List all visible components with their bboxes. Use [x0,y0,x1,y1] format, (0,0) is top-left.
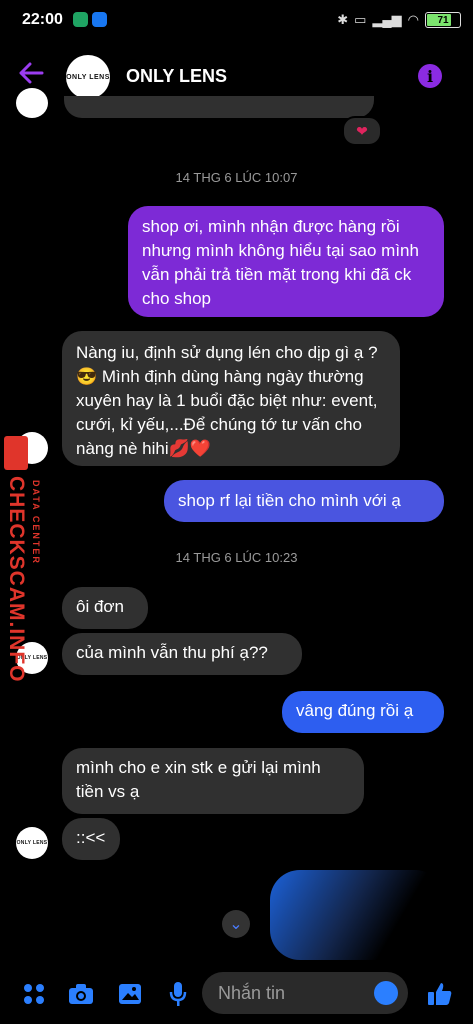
message-bubble-partial[interactable] [64,96,374,118]
camera-icon[interactable] [67,980,95,1008]
status-bar: 22:00 ✱ ▭ ▂▄▆ ◠ 71 [0,0,473,40]
scroll-down-icon[interactable]: ⌄ [222,910,250,938]
message-bubble-incoming[interactable]: ôi đơn [62,587,148,629]
gallery-icon[interactable] [116,980,144,1008]
lock-icon [4,436,28,470]
facebook-icon [92,12,107,27]
message-bubble-outgoing[interactable]: shop ơi, mình nhận được hàng rồi nhưng m… [128,206,444,317]
timestamp: 14 THG 6 LÚC 10:23 [175,550,298,565]
wifi-icon: ◠ [407,12,419,27]
composer-bar: Nhắn tin [0,960,473,1024]
message-bubble-incoming[interactable]: Nàng iu, định sử dụng lén cho dịp gì ạ ?… [62,331,400,466]
vibrate-icon: ▭ [354,12,367,27]
microphone-icon[interactable] [164,980,192,1008]
thumbs-up-icon[interactable] [426,980,454,1008]
info-icon[interactable]: i [418,64,442,88]
timestamp: 14 THG 6 LÚC 10:07 [175,170,298,185]
message-bubble-incoming[interactable]: ::<< [62,818,120,860]
watermark-text: CHECKSCAM.INFO [5,476,28,683]
message-bubble-incoming[interactable]: mình cho e xin stk e gửi lại mình tiền v… [62,748,364,814]
heart-reaction-icon[interactable]: ❤ [342,116,382,146]
message-input-placeholder: Nhắn tin [218,982,286,1003]
message-bubble-outgoing[interactable]: shop rf lại tiền cho mình với ạ [164,480,444,522]
contact-avatar[interactable]: ONLY LENS [66,55,110,99]
bluetooth-icon: ✱ [337,12,349,27]
blurred-message [270,870,445,960]
status-icons: ✱ ▭ ▂▄▆ ◠ 71 [337,10,461,30]
back-arrow-icon[interactable] [18,62,44,89]
message-bubble-outgoing[interactable]: vâng đúng rồi ạ [282,691,444,733]
message-bubble-incoming[interactable]: của mình vẫn thu phí ạ?? [62,633,302,675]
emoji-icon[interactable] [374,981,398,1005]
contact-avatar-small [16,88,48,118]
message-input[interactable]: Nhắn tin [202,972,408,1014]
battery-indicator: 71 [425,12,461,28]
signal-icon: ▂▄▆ [372,12,402,27]
contact-name[interactable]: ONLY LENS [126,66,227,87]
contact-avatar-small: ONLY LENS [16,827,48,859]
apps-grid-icon[interactable] [20,980,48,1008]
watermark: CHECKSCAM.INFO DATA CENTER [4,436,52,683]
status-time: 22:00 [22,11,63,28]
watermark-subtext: DATA CENTER [31,480,41,565]
chat-app-icon [73,12,88,27]
